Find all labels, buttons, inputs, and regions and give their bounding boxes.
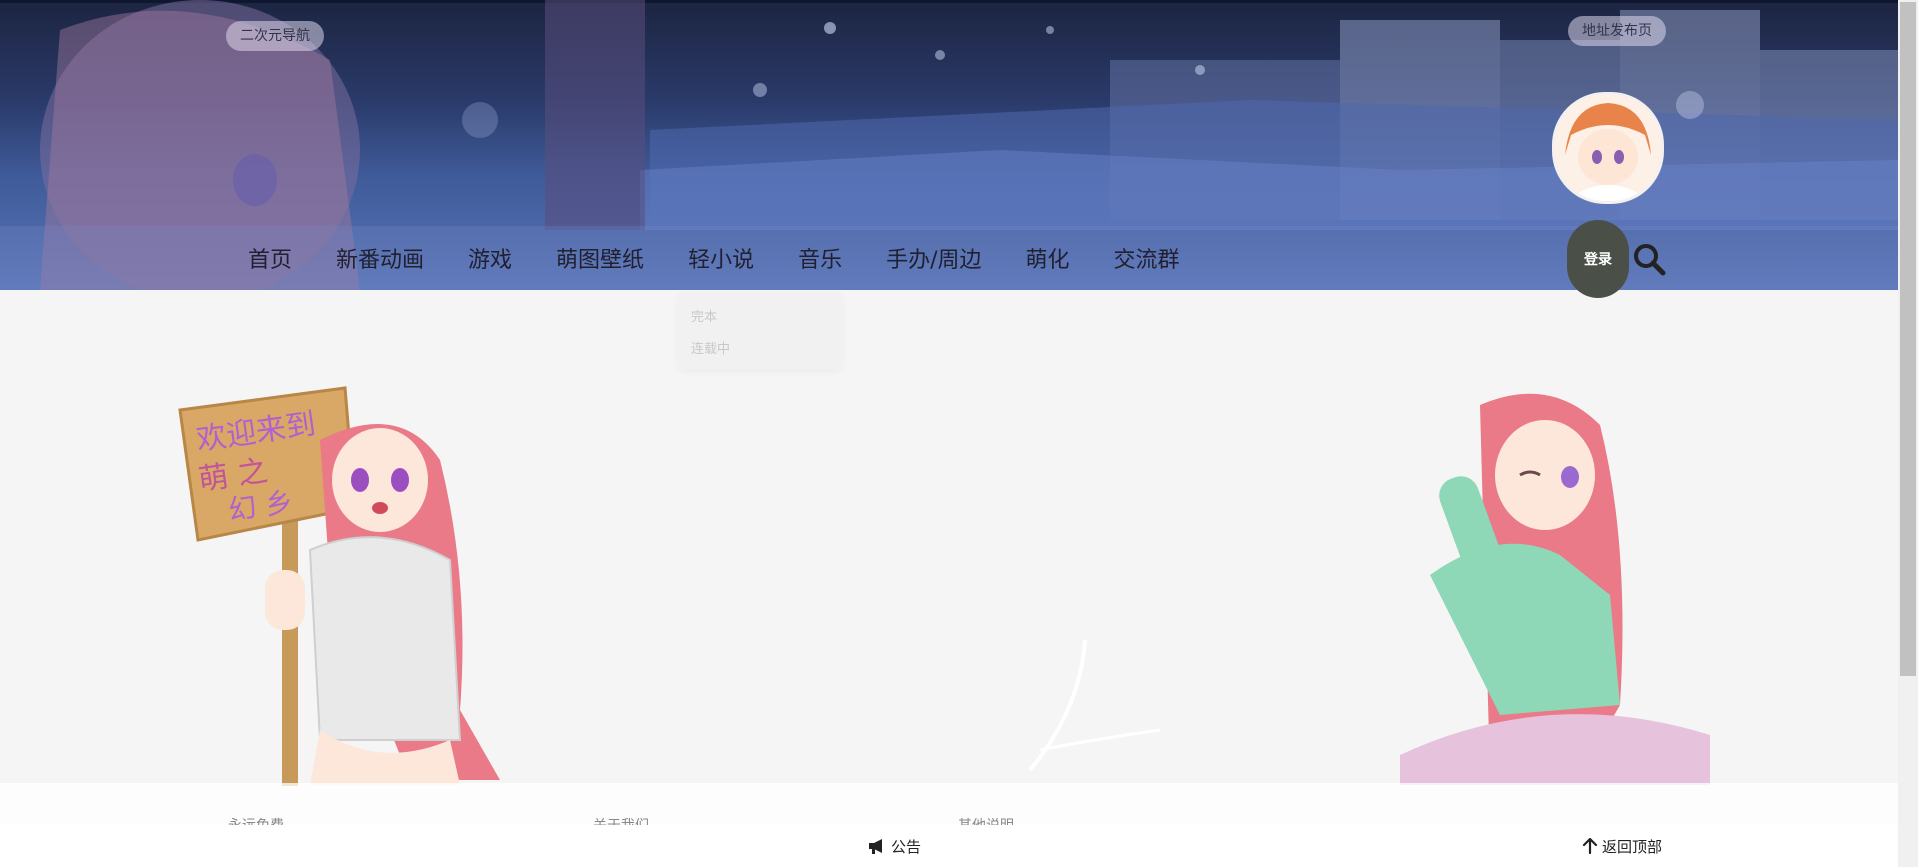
avatar-image (1555, 95, 1661, 201)
nav-item-figures[interactable]: 手办/周边 (886, 242, 981, 274)
scrollbar-thumb[interactable] (1900, 2, 1916, 676)
anime-nav-link[interactable]: 二次元导航 (226, 21, 324, 51)
page-scrollbar[interactable] (1898, 0, 1918, 867)
dropdown-item-completed[interactable]: 完本 (691, 306, 717, 325)
login-button[interactable]: 登录 (1567, 220, 1629, 298)
nav-item-home[interactable]: 首页 (248, 242, 292, 274)
nav-item-moe[interactable]: 萌化 (1026, 242, 1070, 274)
nav-item-games[interactable]: 游戏 (468, 242, 512, 274)
site-avatar[interactable] (1552, 92, 1664, 204)
nav-item-light-novels[interactable]: 轻小说 (688, 242, 754, 274)
nav-item-community[interactable]: 交流群 (1114, 242, 1180, 274)
search-icon[interactable] (1632, 242, 1666, 276)
welcome-mascot-illustration: 欢迎来到 萌 之 幻 乡 (178, 386, 500, 786)
sleepy-mascot-illustration (1400, 393, 1710, 785)
nav-item-anime[interactable]: 新番动画 (336, 242, 424, 274)
address-page-link[interactable]: 地址发布页 (1568, 16, 1666, 46)
notice-label: 公告 (891, 837, 922, 856)
back-to-top-label: 返回顶部 (1602, 837, 1663, 856)
nav-item-music[interactable]: 音乐 (798, 242, 842, 274)
notice-button[interactable]: 公告 (868, 825, 921, 867)
decorative-sketch-lines (1028, 639, 1161, 772)
light-novel-dropdown: 完本 连载中 (677, 292, 843, 370)
nav-item-wallpapers[interactable]: 萌图壁纸 (556, 242, 644, 274)
megaphone-icon (869, 839, 882, 854)
back-to-top-button[interactable]: 返回顶部 (1582, 825, 1662, 867)
footer-background (0, 783, 1898, 825)
dropdown-item-ongoing[interactable]: 连载中 (691, 338, 730, 357)
arrow-up-icon (1582, 838, 1598, 854)
bottom-fixed-bar: 公告 返回顶部 (0, 825, 1898, 867)
nav-menu: 首页 新番动画 游戏 萌图壁纸 轻小说 音乐 手办/周边 萌化 交流群 (232, 226, 1202, 290)
